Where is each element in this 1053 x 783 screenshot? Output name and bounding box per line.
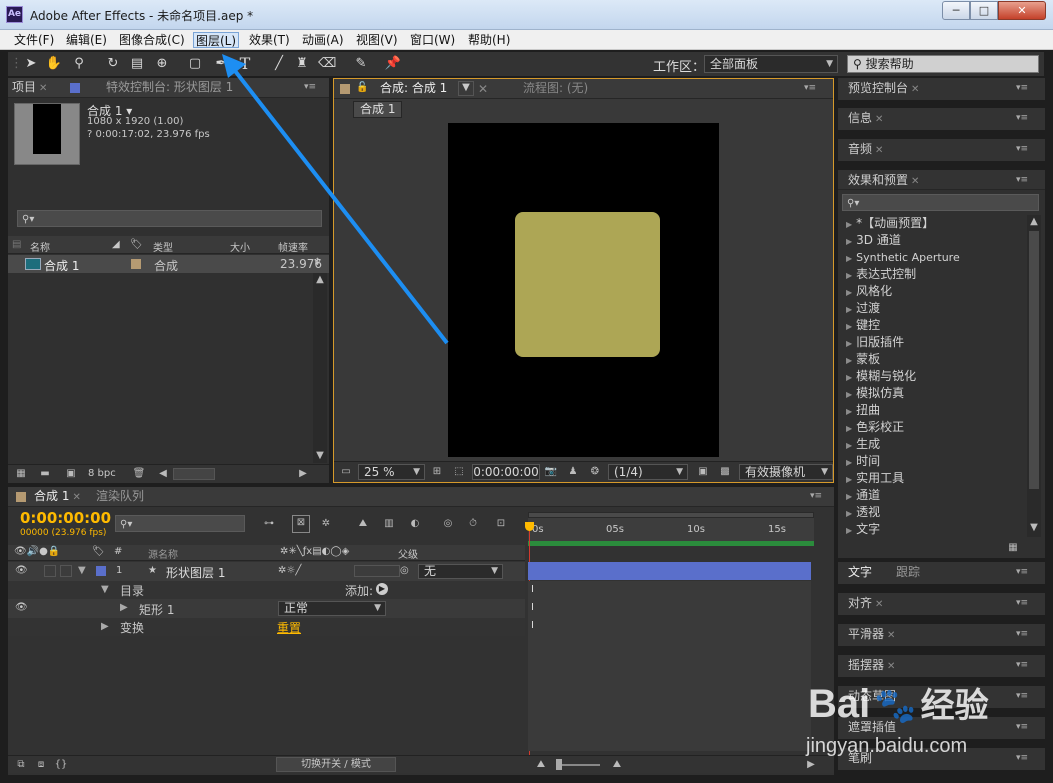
watermark-url: jingyan.baidu.com xyxy=(806,735,968,757)
tutorial-arrow-icon xyxy=(222,54,449,345)
watermark-brand: Bai 🐾 经验 xyxy=(808,682,989,726)
paw-icon: 🐾 xyxy=(874,687,917,725)
